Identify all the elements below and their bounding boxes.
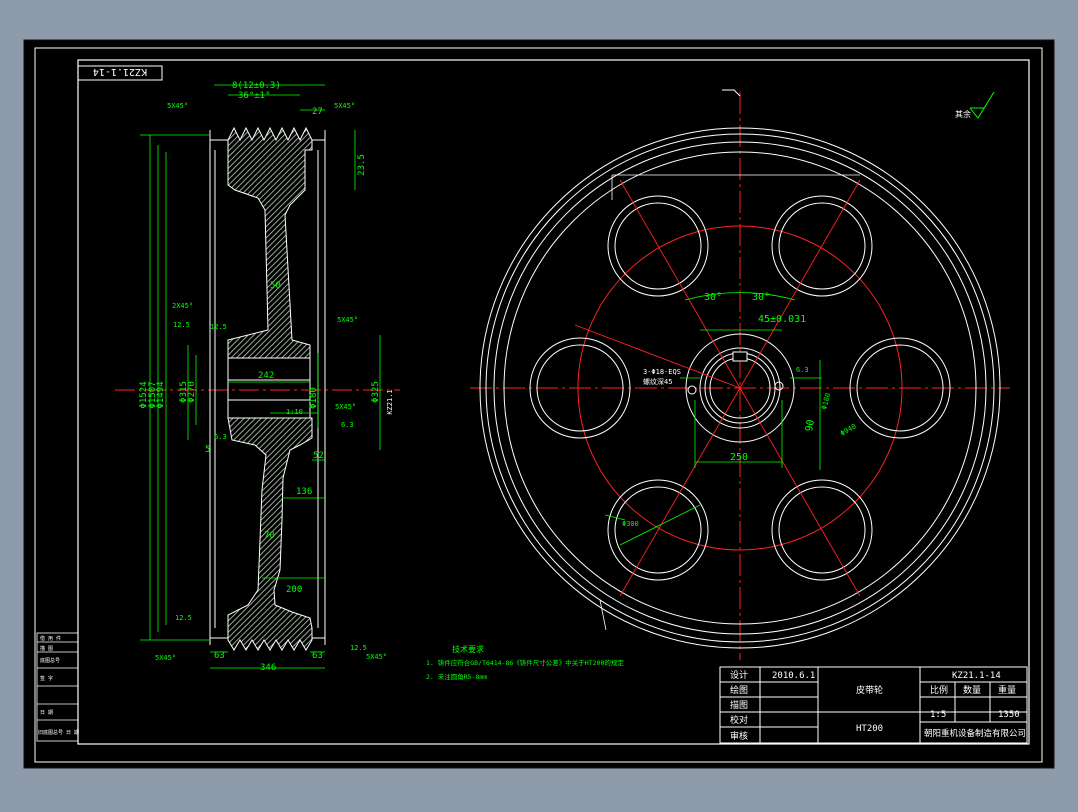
dim-250: 250	[730, 452, 748, 463]
dim-6-3: 6.3	[796, 366, 809, 374]
dim-5: 5	[205, 445, 210, 455]
chamfer-4: 5X45°	[337, 316, 358, 324]
dim-70: 70	[264, 531, 275, 541]
svg-text:描 图: 描 图	[40, 645, 53, 652]
dim-top-1: 8(12±0.3)	[232, 81, 281, 91]
angle-left: 30°	[704, 292, 722, 303]
chamfer-6: 5X45°	[155, 654, 176, 662]
code-stamp: KZ21.1-14	[93, 66, 147, 77]
chamfer-1: 5X45°	[167, 102, 188, 110]
weight-value: 1350	[998, 710, 1020, 720]
dia-325: Φ325	[371, 381, 381, 403]
svg-text:借 用 件: 借 用 件	[40, 635, 61, 642]
roughness-1: 12.5	[173, 321, 190, 329]
side-tag: KZ21.1	[386, 389, 394, 414]
row-value-design: 2010.6.1	[772, 671, 815, 681]
dim-136: 136	[296, 487, 312, 497]
chamfer-5: 5X45°	[335, 403, 356, 411]
dim-23-5: 23.5	[357, 154, 367, 176]
svg-text:签 字: 签 字	[40, 675, 53, 682]
ratio-note: 1:10	[286, 408, 303, 416]
dim-50: 50	[270, 281, 281, 291]
company-name: 朝阳重机设备制造有限公司	[924, 728, 1026, 739]
dim-top-2: 36°±1°	[238, 91, 271, 101]
dim-top-3: 27	[312, 107, 323, 117]
hole-spacing: 45±0.031	[758, 314, 806, 325]
dia-1494: Φ1494	[156, 381, 166, 408]
material: HT200	[856, 724, 883, 734]
dim-52: 52	[313, 451, 324, 461]
row-label-draw: 绘图	[730, 684, 748, 696]
dim-63-right: 63	[312, 651, 323, 661]
svg-text:底图总号: 底图总号	[40, 657, 60, 664]
scale-label: 比例	[930, 684, 948, 696]
chamfer-2: 5X45°	[334, 102, 355, 110]
dim-63-left: 63	[214, 651, 225, 661]
window-dia: Φ300	[622, 520, 639, 528]
qty-label: 数量	[963, 684, 981, 696]
roughness-2: 12.5	[175, 614, 192, 622]
tech-notes-line-2: 2. 未注圆角R5-8mm	[426, 672, 487, 681]
dia-270: Φ270	[187, 381, 197, 403]
bore-note-2: 螺纹深45	[643, 377, 672, 386]
chamfer-3: 2X45°	[172, 302, 193, 310]
part-name: 皮带轮	[856, 684, 883, 696]
weight-label: 重量	[998, 684, 1016, 696]
dim-346: 346	[260, 663, 276, 673]
row-label-trace: 描图	[730, 699, 748, 711]
roughness-4: 6.3	[341, 421, 354, 429]
chamfer-7: 5X45°	[366, 653, 387, 661]
row-label-review: 审核	[730, 730, 748, 742]
row-label-check: 校对	[730, 714, 748, 726]
dim-90: 90	[804, 419, 817, 433]
svg-text:其余: 其余	[955, 109, 971, 119]
roughness-5: 12.5	[350, 644, 367, 652]
roughness-6: 12.5	[210, 323, 227, 331]
dim-200: 200	[286, 585, 302, 595]
dia-180: Φ180	[309, 387, 319, 409]
cad-viewer: KZ21.1-14 其余 8(12±0.3) 36°±1° 27 5X45° 5…	[0, 0, 1078, 808]
angle-right: 30°	[752, 292, 770, 303]
dim-242: 242	[258, 371, 274, 381]
tech-notes-title: 技术要求	[452, 644, 484, 654]
roughness-3: 6.3	[214, 433, 227, 441]
svg-text:日 期: 日 期	[40, 710, 53, 716]
tech-notes-line-1: 1. 铸件应符合GB/T6414-86《铸件尺寸公差》中关于HT200的规定	[426, 658, 624, 667]
bore-note-1: 3-Φ18-EQS	[643, 368, 681, 376]
svg-text:旧底图总号 日 期: 旧底图总号 日 期	[38, 729, 79, 736]
row-label-design: 设计	[730, 669, 748, 681]
drawing-number: KZ21.1-14	[952, 671, 1001, 681]
drawing-sheet: KZ21.1-14 其余 8(12±0.3) 36°±1° 27 5X45° 5…	[0, 0, 1078, 808]
scale-value: 1:5	[930, 710, 946, 720]
